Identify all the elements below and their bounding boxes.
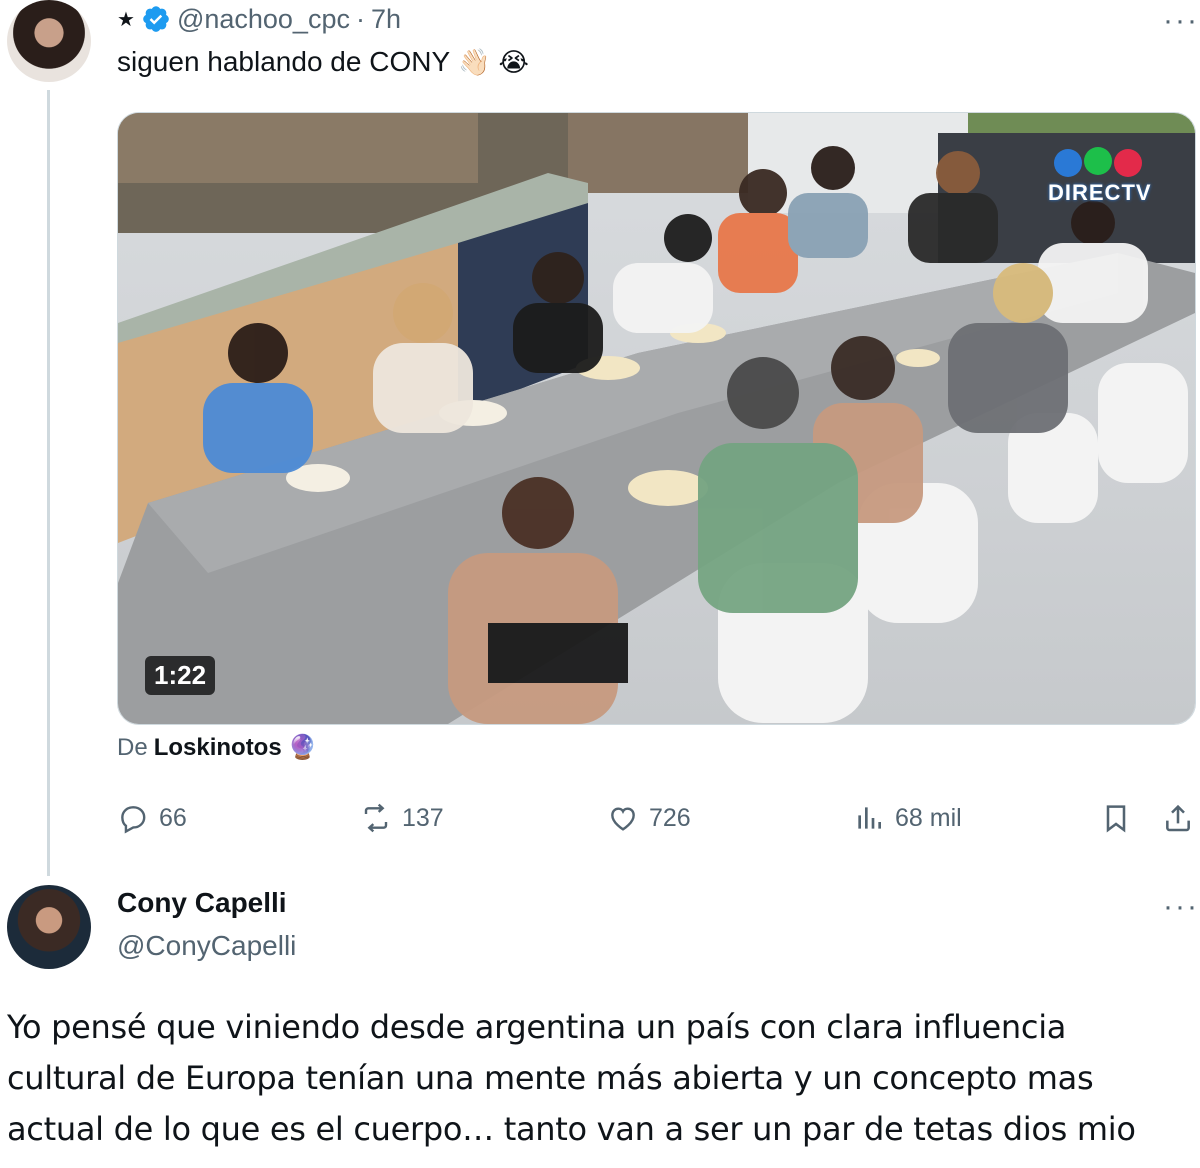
directv-logo xyxy=(1054,147,1142,177)
tweet-meta: ★ @nachoo_cpc · 7h xyxy=(117,2,401,36)
video-frame xyxy=(118,113,1195,724)
reply-line: Yo pensé que viniendo desde argentina un… xyxy=(7,1008,1067,1046)
reply-count: 66 xyxy=(159,803,187,832)
like-button[interactable]: 726 xyxy=(607,798,691,838)
video-player[interactable] xyxy=(117,112,1196,725)
thread-line xyxy=(47,90,50,876)
reply-more-icon[interactable]: ··· xyxy=(1163,892,1199,922)
reply-icon xyxy=(121,806,146,834)
bookmark-icon xyxy=(1106,805,1126,833)
reply-button[interactable]: 66 xyxy=(117,798,187,838)
media-source[interactable]: De Loskinotos 🔮 xyxy=(117,733,318,762)
reply-avatar[interactable] xyxy=(7,885,91,969)
source-emoji: 🔮 xyxy=(287,734,318,761)
like-icon xyxy=(611,807,635,831)
star-label: ★ xyxy=(117,8,135,31)
share-icon xyxy=(1166,804,1190,832)
crying-face-emoji: 😭 xyxy=(498,46,529,77)
share-button[interactable] xyxy=(1162,798,1194,838)
tweet-text-content: siguen hablando de CONY xyxy=(117,46,451,77)
views-icon xyxy=(858,807,881,829)
reply-author-handle[interactable]: @ConyCapelli xyxy=(117,930,296,962)
avatar[interactable] xyxy=(7,0,91,82)
source-prefix: De xyxy=(117,733,148,761)
retweet-icon xyxy=(364,803,388,833)
views-count: 68 mil xyxy=(895,803,962,832)
reply-line: actual de lo que es el cuerpo… tanto van… xyxy=(7,1110,1136,1148)
retweet-count: 137 xyxy=(402,803,444,832)
tweet-time[interactable]: 7h xyxy=(371,4,401,35)
reply-line: cultural de Europa tenían una mente más … xyxy=(7,1059,1094,1097)
separator: · xyxy=(355,3,365,34)
source-name[interactable]: Loskinotos xyxy=(154,734,282,762)
watermark: DIRECTV xyxy=(1048,180,1152,205)
like-count: 726 xyxy=(649,803,691,832)
more-icon[interactable]: ··· xyxy=(1163,6,1199,36)
tweet-text: siguen hablando de CONY 👋🏻 😭 xyxy=(117,46,529,78)
tweet-handle[interactable]: @nachoo_cpc xyxy=(177,4,350,35)
reply-author-name[interactable]: Cony Capelli xyxy=(117,887,287,919)
reply-text: Yo pensé que viniendo desde argentina un… xyxy=(7,1002,1187,1155)
waving-hand-emoji: 👋🏻 xyxy=(458,46,491,77)
views-button[interactable]: 68 mil xyxy=(853,798,962,838)
retweet-button[interactable]: 137 xyxy=(360,798,444,838)
verified-badge-icon xyxy=(143,6,169,32)
video-duration: 1:22 xyxy=(145,656,216,695)
bookmark-button[interactable] xyxy=(1100,798,1132,838)
